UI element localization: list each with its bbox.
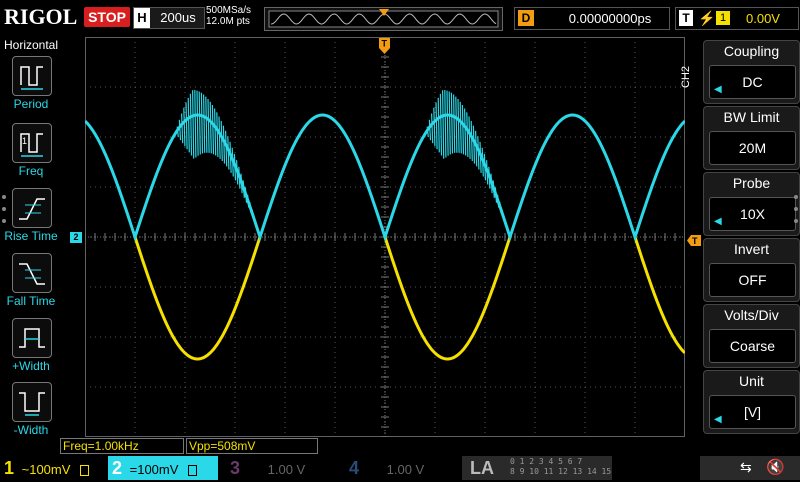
probe-value: ◀ 10X — [709, 197, 796, 231]
menu-item-fall-time[interactable]: Fall Time — [0, 253, 62, 313]
channel4-number: 4 — [348, 458, 359, 478]
channel4-scale: 1.00 V — [386, 462, 425, 477]
coupling-header: Coupling — [723, 43, 780, 59]
menu-item-rise-time[interactable]: Rise Time — [0, 188, 62, 248]
negative-width-icon — [12, 382, 52, 422]
unit-value: ◀ [V] — [709, 395, 796, 429]
bw-limit-value: 20M — [709, 131, 796, 165]
brand-logo: RIGOL — [4, 4, 78, 29]
channel1-scale: 100mV — [29, 462, 71, 477]
bw-limit-header: BW Limit — [723, 109, 780, 125]
menu-item-positive-width[interactable]: +Width — [0, 318, 62, 378]
menu-label-rise-time: Rise Time — [4, 229, 58, 243]
delay-label: D — [518, 10, 534, 26]
channel1-number: 1 — [3, 458, 14, 478]
period-icon — [12, 56, 52, 96]
volts-div-value: Coarse — [709, 329, 796, 363]
coupling-value: ◀ DC — [709, 65, 796, 99]
frequency-icon: 1 — [12, 123, 52, 163]
channel2-scale: 100mV — [137, 462, 179, 477]
menu-invert[interactable]: Invert OFF — [703, 238, 800, 302]
select-arrow-icon: ◀ — [714, 414, 722, 425]
menu-item-freq[interactable]: 1 Freq — [0, 123, 62, 183]
memory-overview-waveform — [268, 9, 499, 28]
waveform-grid — [83, 36, 687, 438]
menu-item-negative-width[interactable]: -Width — [0, 382, 62, 442]
timebase-box[interactable]: H 200us — [133, 7, 205, 29]
la-channels-row1: 0 1 2 3 4 5 6 7 — [510, 457, 583, 466]
channel2-number: 2 — [111, 458, 122, 478]
invert-header: Invert — [733, 241, 769, 257]
horizontal-label: H — [134, 8, 150, 28]
measurement-vpp[interactable]: Vpp=508mV — [186, 438, 318, 454]
menu-bw-limit[interactable]: BW Limit 20M — [703, 106, 800, 170]
invert-value: OFF — [709, 263, 796, 297]
volts-div-header: Volts/Div — [724, 307, 779, 323]
menu-label-freq: Freq — [18, 164, 44, 178]
run-stop-status[interactable]: STOP — [84, 7, 130, 27]
channel3-number: 3 — [229, 458, 240, 478]
channel2-status[interactable]: 2 =100mV — [108, 456, 218, 480]
positive-width-icon — [12, 318, 52, 358]
menu-page-indicator-right — [794, 195, 798, 225]
rise-time-icon — [12, 188, 52, 228]
menu-page-indicator-left — [2, 195, 6, 225]
menu-unit[interactable]: Unit ◀ [V] — [703, 370, 800, 434]
memory-overview[interactable] — [264, 7, 503, 31]
la-channels-row2: 8 9 10 11 12 13 14 15 — [510, 467, 612, 476]
select-arrow-icon: ◀ — [714, 84, 722, 95]
svg-text:1: 1 — [22, 136, 27, 146]
select-arrow-icon: ◀ — [714, 216, 722, 227]
rising-edge-icon: ⚡ — [698, 10, 716, 26]
trigger-position-top-marker[interactable]: T — [379, 38, 390, 54]
speaker-mute-icon[interactable]: 🔇 — [766, 458, 785, 476]
status-icons: ⇆ 🔇 — [700, 456, 800, 480]
menu-item-period[interactable]: Period — [0, 56, 62, 116]
trigger-source: 1 — [716, 11, 730, 25]
top-status-bar: RIGOL STOP H 200us 500MSa/s 12.0M pts D … — [0, 0, 800, 36]
probe-header: Probe — [732, 175, 771, 191]
trigger-right-label: T — [692, 236, 698, 246]
measurement-frequency[interactable]: Freq=1.00kHz — [60, 438, 184, 454]
usb-icon: ⇆ — [740, 459, 752, 475]
channel1-bw-icon — [80, 465, 90, 477]
trigger-level: 0.00V — [746, 11, 780, 26]
menu-label-positive-width: +Width — [12, 359, 50, 373]
channel3-scale: 1.00 V — [267, 462, 306, 477]
menu-title: Horizontal — [3, 38, 59, 52]
menu-volts-div[interactable]: Volts/Div Coarse — [703, 304, 800, 368]
trigger-top-label: T — [382, 39, 388, 49]
timebase-value: 200us — [160, 10, 196, 25]
ch2-offset-marker[interactable]: 2 — [70, 232, 82, 243]
menu-label-negative-width: -Width — [13, 423, 49, 437]
channel2-bw-icon — [188, 465, 198, 477]
channel3-status[interactable]: 3 1.00 V — [226, 456, 338, 480]
menu-label-period: Period — [13, 97, 49, 111]
fall-time-icon — [12, 253, 52, 293]
channel4-status[interactable]: 4 1.00 V — [345, 456, 457, 480]
trigger-box[interactable]: T ⚡ 1 0.00V — [675, 7, 799, 30]
menu-probe[interactable]: Probe ◀ 10X — [703, 172, 800, 236]
la-channel-map: 0 1 2 3 4 5 6 7 8 9 10 11 12 13 14 15 — [510, 457, 611, 477]
channel2-menu: Coupling ◀ DC BW Limit 20M Probe ◀ 10X Inv… — [703, 36, 800, 436]
trigger-level-marker[interactable]: T — [687, 233, 701, 246]
menu-label-fall-time: Fall Time — [6, 294, 56, 308]
sample-rate: 500MSa/s — [206, 5, 252, 16]
delay-box[interactable]: D 0.00000000ps — [514, 7, 670, 30]
la-label: LA — [470, 458, 494, 478]
unit-header: Unit — [739, 373, 764, 389]
delay-value: 0.00000000ps — [568, 11, 652, 26]
channel1-status[interactable]: 1 ~100mV — [0, 456, 108, 480]
menu-coupling[interactable]: Coupling ◀ DC — [703, 40, 800, 104]
horizontal-measure-menu: Horizontal Period 1 Freq Rise Time Fall … — [0, 36, 62, 456]
channel-status-bar: 1 ~100mV 2 =100mV 3 1.00 V 4 1.00 V LA 0… — [0, 456, 800, 480]
waveform-display[interactable] — [83, 36, 687, 438]
logic-analyzer-status[interactable]: LA 0 1 2 3 4 5 6 7 8 9 10 11 12 13 14 15 — [462, 456, 612, 480]
trigger-label: T — [679, 10, 693, 26]
memory-depth: 12.0M pts — [206, 16, 250, 27]
acquisition-info: 500MSa/s 12.0M pts — [206, 5, 262, 27]
